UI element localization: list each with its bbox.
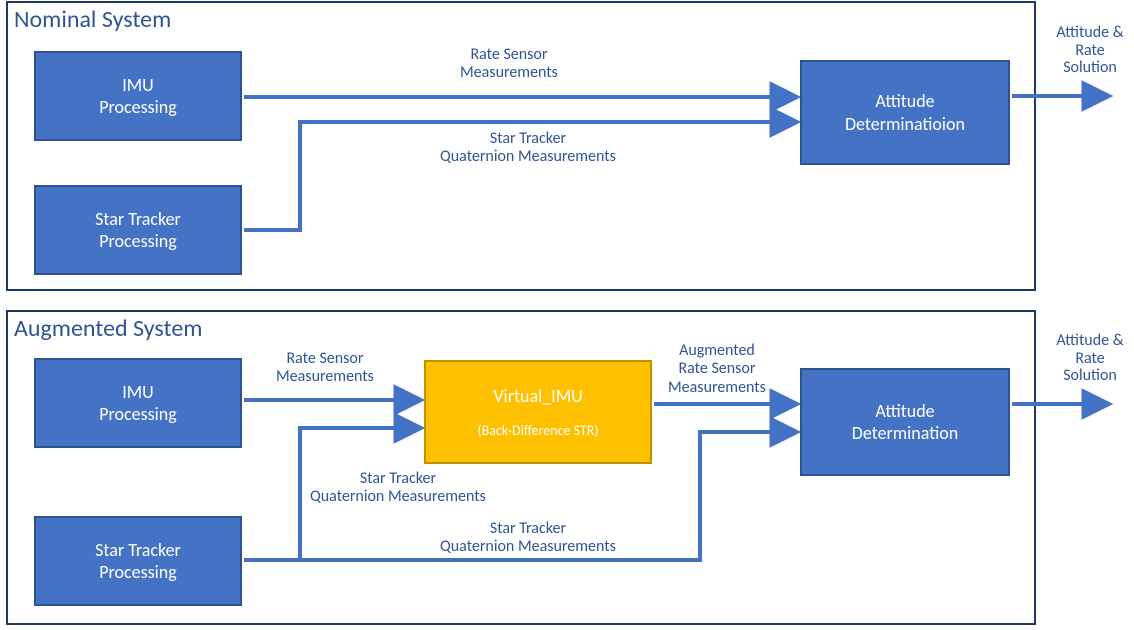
- aug-rate-label: Rate Sensor Measurements: [276, 350, 374, 387]
- aug-vimu-block: Virtual_IMU (Back-Difference STR): [424, 360, 652, 464]
- aug-quat-upper-label: Star Tracker Quaternion Measurements: [310, 470, 486, 507]
- nominal-imu-label: IMU Processing: [99, 74, 176, 119]
- aug-augrate-label: Augmented Rate Sensor Measurements: [668, 342, 766, 397]
- aug-out-label: Attitude & Rate Solution: [1050, 332, 1130, 385]
- nominal-ad-block: Attitude Determinatioion: [800, 60, 1010, 165]
- nominal-imu-block: IMU Processing: [34, 51, 242, 141]
- nominal-title: Nominal System: [14, 5, 171, 34]
- nominal-rate-label: Rate Sensor Measurements: [460, 46, 558, 83]
- nominal-quat-label: Star Tracker Quaternion Measurements: [440, 130, 616, 167]
- nominal-str-label: Star Tracker Processing: [95, 208, 181, 253]
- aug-quat-lower-label: Star Tracker Quaternion Measurements: [440, 520, 616, 557]
- nominal-str-block: Star Tracker Processing: [34, 185, 242, 275]
- nominal-ad-label: Attitude Determinatioion: [845, 90, 965, 135]
- aug-str-label: Star Tracker Processing: [95, 539, 181, 584]
- nominal-out-label: Attitude & Rate Solution: [1050, 24, 1130, 77]
- aug-vimu-title: Virtual_IMU: [493, 385, 582, 408]
- aug-ad-block: Attitude Determination: [800, 368, 1010, 476]
- aug-vimu-sub: (Back-Difference STR): [477, 422, 598, 440]
- aug-ad-label: Attitude Determination: [852, 400, 958, 445]
- aug-imu-label: IMU Processing: [99, 381, 176, 426]
- augmented-title: Augmented System: [14, 314, 202, 343]
- aug-str-block: Star Tracker Processing: [34, 516, 242, 606]
- aug-imu-block: IMU Processing: [34, 358, 242, 448]
